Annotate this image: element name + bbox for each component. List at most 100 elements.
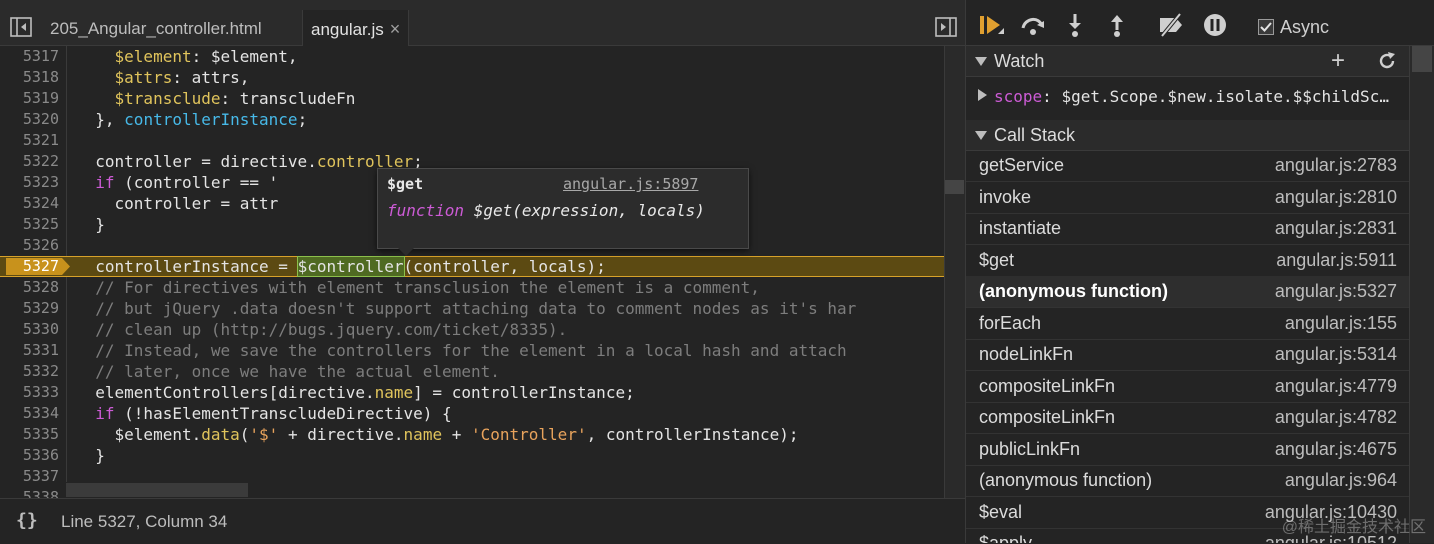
call-frame-location[interactable]: angular.js:4779 [1275,376,1397,397]
horizontal-scrollbar[interactable] [66,482,944,498]
pause-on-exceptions-icon[interactable] [1202,12,1228,38]
line-number[interactable]: 5336 [0,445,59,466]
call-frame[interactable]: publicLinkFn angular.js:4675 [966,434,1409,466]
code-line: controllerInstance = $controller(control… [76,256,606,277]
line-number[interactable]: 5319 [0,88,59,109]
async-label: Async [1280,17,1330,37]
toggle-debugger-icon[interactable] [935,17,957,37]
line-number[interactable]: 5335 [0,424,59,445]
call-frame-function: publicLinkFn [979,438,1081,459]
tab-angular-js[interactable]: angular.js × [302,10,410,46]
vertical-scroll-thumb[interactable] [945,180,964,194]
line-number[interactable]: 5326 [0,235,59,256]
code-line: $element.data('$' + directive.name + 'Co… [76,425,799,444]
call-frame-location[interactable]: angular.js:5314 [1275,344,1397,365]
call-frame-function: (anonymous function) [979,281,1168,301]
line-number[interactable]: 5328 [0,277,59,298]
line-number[interactable]: 5322 [0,151,59,172]
cursor-position: Line 5327, Column 34 [61,512,228,531]
vertical-scrollbar[interactable] [944,46,966,498]
code-line: $element: $element, [114,47,298,66]
call-frame-location[interactable]: angular.js:155 [1285,313,1397,334]
call-frame[interactable]: invoke angular.js:2810 [966,182,1409,214]
watch-expression[interactable]: scope: $get.Scope.$new.isolate.$$childSc… [966,77,1409,121]
call-frame-function: instantiate [979,218,1062,238]
line-number[interactable]: 5330 [0,319,59,340]
editor-tab-bar: 205_Angular_controller.html angular.js × [0,0,965,46]
refresh-icon[interactable] [1377,51,1397,71]
horizontal-scroll-thumb[interactable] [66,483,248,497]
call-frame-location[interactable]: angular.js:2831 [1275,218,1397,239]
code-editor[interactable]: 5317 5318 5319 5320 5321 5322 5323 5324 5325 5326… [0,46,944,498]
resume-icon[interactable] [978,12,1004,38]
call-frame[interactable]: forEach angular.js:155 [966,308,1409,340]
call-frame-function: $apply [979,533,1033,543]
status-bar: {} Line 5327, Column 34 [0,498,965,544]
add-watch-button[interactable]: + [1331,47,1345,75]
line-number[interactable]: 5320 [0,109,59,130]
call-frame-location[interactable]: angular.js:2810 [1275,187,1397,208]
call-frame[interactable]: (anonymous function) angular.js:5327 [966,276,1409,308]
line-number[interactable]: 5321 [0,130,59,151]
expand-triangle-icon[interactable] [978,89,987,101]
call-frame-location[interactable]: angular.js:2783 [1275,155,1397,176]
call-frame-function: (anonymous function) [979,470,1153,490]
pretty-print-button[interactable]: {} [16,510,38,531]
code-line: if (!hasElementTranscludeDirective) { [95,404,452,423]
tab-label: angular.js [311,20,384,39]
line-number[interactable]: 5317 [0,46,59,67]
sidebar-scroll-thumb[interactable] [1412,46,1432,72]
debugger-toolbar: Async [966,0,1434,46]
line-number[interactable]: 5333 [0,382,59,403]
line-number[interactable]: 5324 [0,193,59,214]
step-out-icon[interactable] [1104,12,1130,38]
call-stack-list: getService angular.js:2783 invoke angular.j… [966,150,1409,543]
call-frame-location[interactable]: angular.js:5327 [1275,281,1397,302]
popover-signature: function $get(expression, locals) [387,201,705,220]
code-line: controller = attr [76,194,279,213]
async-checkbox[interactable] [1258,19,1274,35]
call-frame[interactable]: compositeLinkFn angular.js:4779 [966,371,1409,403]
step-into-icon[interactable] [1062,12,1088,38]
current-line-number: 5327 [22,257,59,275]
call-frame[interactable]: nodeLinkFn angular.js:5314 [966,339,1409,371]
call-frame-location[interactable]: angular.js:964 [1285,470,1397,491]
call-frame[interactable]: (anonymous function) angular.js:964 [966,465,1409,497]
code-line: // Instead, we save the controllers for … [76,341,847,360]
line-number[interactable]: 5334 [0,403,59,424]
call-frame[interactable]: compositeLinkFn angular.js:4782 [966,402,1409,434]
callstack-section-header[interactable]: Call Stack [966,120,1409,151]
popover-arrow [396,246,416,256]
call-frame-function: nodeLinkFn [979,344,1074,364]
line-number[interactable]: 5332 [0,361,59,382]
hover-popover: $get angular.js:5897 function $get(expre… [377,168,749,249]
line-number[interactable]: 5337 [0,466,59,487]
step-over-icon[interactable] [1020,12,1046,38]
call-frame-location[interactable]: angular.js:4675 [1275,439,1397,460]
code-line: $transclude: transcludeFn [114,89,356,108]
call-frame[interactable]: $get angular.js:5911 [966,245,1409,277]
code-line: } [76,446,105,465]
call-frame-location[interactable]: angular.js:4782 [1275,407,1397,428]
call-frame-function: compositeLinkFn [979,375,1116,396]
code-line: if (controller == ' [95,173,279,192]
close-tab-icon[interactable]: × [390,19,401,39]
line-number[interactable]: 5329 [0,298,59,319]
line-number[interactable]: 5338 [0,487,59,498]
popover-source-link[interactable]: angular.js:5897 [563,175,698,193]
call-frame[interactable]: getService angular.js:2783 [966,150,1409,182]
line-number[interactable]: 5323 [0,172,59,193]
line-number[interactable]: 5325 [0,214,59,235]
line-number[interactable]: 5331 [0,340,59,361]
tab-205-angular-controller[interactable]: 205_Angular_controller.html [50,10,262,45]
call-frame[interactable]: instantiate angular.js:2831 [966,213,1409,245]
line-number[interactable]: 5318 [0,67,59,88]
sidebar-scrollbar[interactable] [1409,46,1434,543]
watch-section-header[interactable]: Watch + [966,46,1409,77]
call-frame-location[interactable]: angular.js:5911 [1276,250,1397,271]
call-frame-function: $get [979,249,1015,270]
watch-title: Watch [994,51,1045,71]
toggle-navigator-icon[interactable] [10,17,32,37]
deactivate-breakpoints-icon[interactable] [1158,12,1184,38]
collapse-triangle-icon [975,57,987,66]
